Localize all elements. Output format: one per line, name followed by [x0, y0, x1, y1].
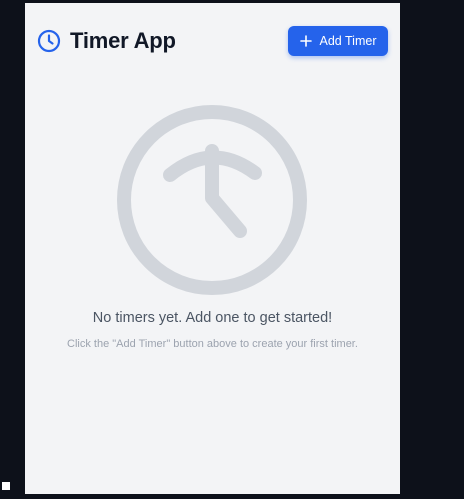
plus-icon — [299, 35, 312, 47]
empty-state-clock-icon — [115, 103, 309, 297]
add-timer-label: Add Timer — [319, 34, 377, 48]
empty-state-hint: Click the "Add Timer" button above to cr… — [67, 338, 358, 350]
app-title: Timer App — [70, 28, 176, 53]
clock-icon — [37, 29, 61, 53]
empty-state-title: No timers yet. Add one to get started! — [92, 310, 333, 326]
corner-marker — [2, 482, 10, 490]
header: Timer App Add Timer — [25, 3, 400, 79]
page-title: Timer App — [37, 28, 176, 54]
add-timer-button[interactable]: Add Timer — [288, 26, 388, 56]
app-panel: Timer App Add Timer No timers yet. Add o… — [25, 3, 400, 494]
